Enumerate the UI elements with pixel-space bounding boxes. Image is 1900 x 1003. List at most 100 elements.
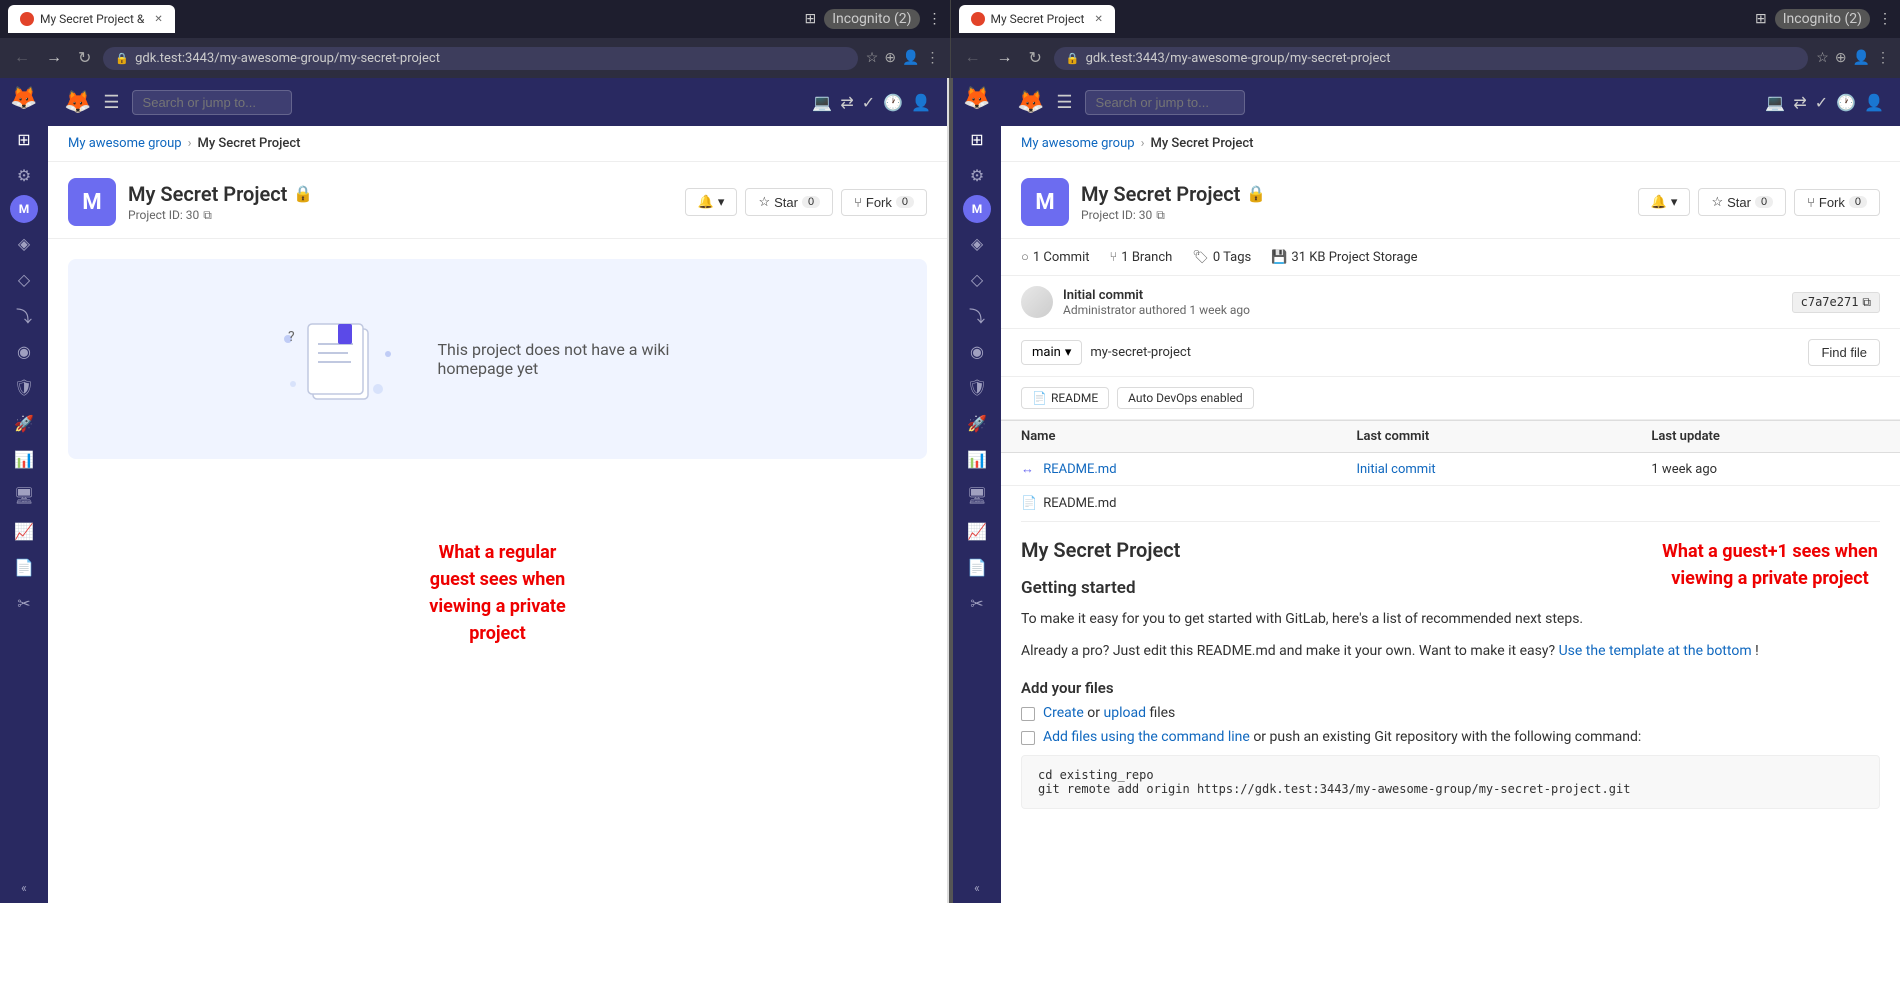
right-sidebar-item-infra[interactable]: 🖥: [961, 479, 993, 511]
right-top-bar-clock-icon[interactable]: 🕐: [1836, 93, 1856, 112]
left-top-bar-user-icon[interactable]: 👤: [911, 93, 931, 112]
right-puzzle-icon[interactable]: ⊕: [1835, 50, 1847, 66]
right-address-bar[interactable]: 🔒 gdk.test:3443/my-awesome-group/my-secr…: [1054, 47, 1808, 70]
right-file-link[interactable]: README.md: [1043, 462, 1116, 477]
right-dots-icon[interactable]: ⋮: [1876, 50, 1890, 66]
left-sidebar-item-activity[interactable]: ◈: [8, 227, 40, 259]
left-notify-button[interactable]: 🔔 ▾: [685, 188, 738, 216]
right-stat-branches[interactable]: ⑂ 1 Branch: [1109, 250, 1172, 265]
left-forward-button[interactable]: →: [42, 47, 66, 69]
right-badge-readme[interactable]: 📄 README: [1021, 387, 1109, 409]
right-sidebar-item-issues[interactable]: ◇: [961, 263, 993, 295]
left-top-bar-search[interactable]: [132, 90, 292, 115]
right-project-id: Project ID: 30 ⧉: [1081, 208, 1266, 223]
left-copy-id-icon[interactable]: ⧉: [203, 208, 212, 223]
left-sidebar-item-infra[interactable]: 🖥: [8, 479, 40, 511]
right-checkbox-cmdline[interactable]: [1021, 731, 1035, 745]
right-sidebar-item-monitor[interactable]: 📊: [961, 443, 993, 475]
right-badge-devops[interactable]: Auto DevOps enabled: [1117, 387, 1253, 409]
left-top-bar-clock-icon[interactable]: 🕐: [883, 93, 903, 112]
left-sidebar-item-wiki[interactable]: 📄: [8, 551, 40, 583]
right-sidebar-item-ci[interactable]: ◉: [961, 335, 993, 367]
right-active-tab[interactable]: My Secret Project ✕: [959, 5, 1115, 33]
left-sidebar-avatar[interactable]: M: [10, 195, 38, 223]
right-bookmark-icon[interactable]: ☆: [1816, 50, 1829, 66]
right-stat-tags[interactable]: 🏷 0 Tags: [1192, 250, 1251, 265]
left-sidebar-item-mr[interactable]: ⤵: [8, 299, 40, 331]
right-profile-icon[interactable]: 👤: [1853, 50, 1870, 66]
left-profile-icon[interactable]: 👤: [902, 50, 919, 66]
left-gitlab-logo[interactable]: 🦊: [10, 86, 37, 111]
right-copy-id-icon[interactable]: ⧉: [1156, 208, 1165, 223]
right-cmdline-link[interactable]: Add files using the command line: [1043, 729, 1250, 745]
left-star-button[interactable]: ☆ Star 0: [745, 188, 833, 216]
left-address-bar[interactable]: 🔒 gdk.test:3443/my-awesome-group/my-secr…: [103, 47, 857, 70]
right-create-link[interactable]: Create: [1043, 705, 1084, 721]
right-sidebar-item-deploy[interactable]: 🚀: [961, 407, 993, 439]
right-star-button[interactable]: ☆ Star 0: [1698, 188, 1786, 216]
left-sidebar-item-security[interactable]: 🛡: [8, 371, 40, 403]
left-top-bar-merge-icon[interactable]: ⇄: [840, 93, 853, 112]
right-top-bar-search[interactable]: [1085, 90, 1245, 115]
right-checkbox-create[interactable]: [1021, 707, 1035, 721]
left-sidebar-item-search[interactable]: ⚙: [8, 159, 40, 191]
right-file-commit-link[interactable]: Initial commit: [1356, 462, 1435, 477]
right-breadcrumb-group[interactable]: My awesome group: [1021, 136, 1135, 151]
right-forward-button[interactable]: →: [993, 47, 1017, 69]
left-dots-icon[interactable]: ⋮: [926, 50, 940, 66]
left-sidebar-item-ci[interactable]: ◉: [8, 335, 40, 367]
right-back-button[interactable]: ←: [961, 47, 985, 69]
right-sidebar-item-activity[interactable]: ◈: [961, 227, 993, 259]
right-reload-button[interactable]: ↻: [1025, 46, 1046, 70]
right-sidebar-item-security[interactable]: 🛡: [961, 371, 993, 403]
left-menu-icon[interactable]: ⋮: [928, 11, 942, 27]
right-sidebar-item-snippets[interactable]: ✂: [961, 587, 993, 619]
right-copy-hash-icon[interactable]: ⧉: [1862, 295, 1871, 310]
right-sidebar-item-analytics[interactable]: 📈: [961, 515, 993, 547]
right-top-bar-merge-icon[interactable]: ⇄: [1793, 93, 1806, 112]
right-readme-link[interactable]: Use the template at the bottom: [1559, 643, 1752, 659]
right-top-bar-menu[interactable]: ☰: [1056, 92, 1072, 113]
right-commit-title[interactable]: Initial commit: [1063, 288, 1250, 303]
right-gitlab-logo[interactable]: 🦊: [963, 86, 990, 111]
left-reload-button[interactable]: ↻: [74, 46, 95, 70]
left-sidebar-item-deploy[interactable]: 🚀: [8, 407, 40, 439]
left-back-button[interactable]: ←: [10, 47, 34, 69]
left-sidebar-item-snippets[interactable]: ✂: [8, 587, 40, 619]
right-commit-hash[interactable]: c7a7e271 ⧉: [1792, 292, 1880, 313]
left-active-tab[interactable]: My Secret Project & ✕: [8, 5, 175, 33]
left-tab-close[interactable]: ✕: [154, 14, 162, 25]
right-branch-select[interactable]: main ▾: [1021, 340, 1082, 365]
left-fork-button[interactable]: ⑂ Fork 0: [841, 189, 927, 216]
left-sidebar-collapse[interactable]: «: [21, 881, 27, 895]
right-sidebar-collapse[interactable]: «: [974, 881, 980, 895]
left-top-bar-code-icon[interactable]: 💻: [812, 93, 832, 112]
right-top-bar-check-icon[interactable]: ✓: [1815, 93, 1828, 112]
right-sidebar-item-home[interactable]: ⊞: [961, 123, 993, 155]
left-sidebar-item-monitor[interactable]: 📊: [8, 443, 40, 475]
right-branch-chevron: ▾: [1065, 345, 1072, 360]
right-sidebar-avatar[interactable]: M: [963, 195, 991, 223]
left-extensions-icon[interactable]: ⊞: [804, 11, 816, 27]
right-fork-button[interactable]: ⑂ Fork 0: [1794, 189, 1880, 216]
right-find-file-button[interactable]: Find file: [1808, 339, 1880, 366]
left-sidebar-item-analytics[interactable]: 📈: [8, 515, 40, 547]
left-bookmark-icon[interactable]: ☆: [866, 50, 879, 66]
right-top-bar-user-icon[interactable]: 👤: [1864, 93, 1884, 112]
right-tab-close[interactable]: ✕: [1094, 14, 1102, 25]
right-notify-button[interactable]: 🔔 ▾: [1638, 188, 1691, 216]
right-menu-icon[interactable]: ⋮: [1878, 11, 1892, 27]
left-puzzle-icon[interactable]: ⊕: [884, 50, 896, 66]
left-sidebar-item-home[interactable]: ⊞: [8, 123, 40, 155]
right-sidebar-item-wiki[interactable]: 📄: [961, 551, 993, 583]
right-top-bar-code-icon[interactable]: 💻: [1765, 93, 1785, 112]
left-breadcrumb-group[interactable]: My awesome group: [68, 136, 182, 151]
right-sidebar-item-search[interactable]: ⚙: [961, 159, 993, 191]
left-top-bar-menu[interactable]: ☰: [103, 92, 119, 113]
left-top-bar-check-icon[interactable]: ✓: [862, 93, 875, 112]
right-sidebar-item-mr[interactable]: ⤵: [961, 299, 993, 331]
left-sidebar-item-issues[interactable]: ◇: [8, 263, 40, 295]
right-extensions-icon[interactable]: ⊞: [1755, 11, 1767, 27]
right-stat-commits[interactable]: ○ 1 Commit: [1021, 249, 1089, 265]
right-upload-link[interactable]: upload: [1103, 705, 1145, 721]
